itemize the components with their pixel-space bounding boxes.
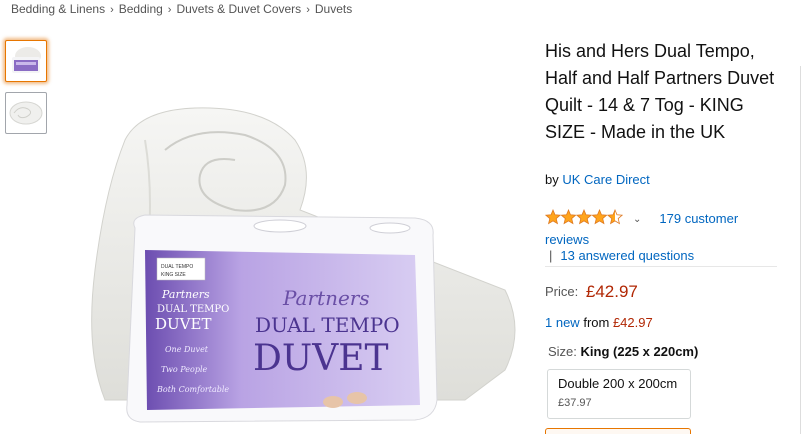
package-front-dual-tempo: DUAL TEMPO (255, 313, 400, 337)
size-option-double[interactable]: Double 200 x 200cm £37.97 (547, 369, 691, 419)
breadcrumb-separator: › (110, 4, 114, 16)
answered-questions-row: | 13 answered questions (549, 248, 694, 263)
package-front-duvet: DUVET (253, 338, 389, 379)
byline: by UK Care Direct (545, 172, 650, 187)
new-from-label: from (583, 315, 610, 330)
price-value: £42.97 (585, 282, 638, 301)
star-rating-icon (544, 209, 624, 225)
star-icon (560, 209, 577, 225)
package-script-1: One Duvet (165, 345, 209, 354)
thumbnail-duvet-package[interactable] (5, 40, 47, 82)
brand-link[interactable]: UK Care Direct (562, 172, 649, 187)
duvet-product-illustration: DUAL TEMPO KING SIZE Partners DUAL TEMPO… (91, 107, 516, 423)
breadcrumb-duvets-covers[interactable]: Duvets & Duvet Covers (176, 2, 301, 16)
product-title: His and Hers Dual Tempo, Half and Half P… (545, 41, 775, 142)
package-script-2: Two People (161, 365, 208, 374)
breadcrumb-separator: › (306, 4, 310, 16)
main-product-image[interactable]: DUAL TEMPO KING SIZE Partners DUAL TEMPO… (85, 100, 525, 430)
size-option-price: £37.97 (558, 397, 592, 409)
breadcrumb-bedding[interactable]: Bedding (119, 2, 163, 16)
package-side-dual-tempo: DUAL TEMPO (157, 304, 229, 315)
page-edge-divider (800, 66, 801, 434)
star-rating[interactable] (544, 209, 625, 230)
new-offers-link[interactable]: 1 new (545, 315, 580, 330)
size-option-label: Double 200 x 200cm (558, 376, 678, 391)
breadcrumb-bedding-linens[interactable]: Bedding & Linens (11, 2, 105, 16)
package-front-partners: Partners (282, 286, 370, 310)
duvet-package-thumbnail-image (12, 47, 41, 73)
size-selected: King (225 x 220cm) (580, 344, 699, 359)
breadcrumb: Bedding & Linens › Bedding › Duvets & Duvet … (11, 2, 352, 16)
breadcrumb-duvets[interactable]: Duvets (315, 2, 352, 16)
rolled-duvet-thumbnail-image (9, 101, 43, 125)
answered-questions-link[interactable]: 13 answered questions (560, 248, 694, 263)
star-icon (544, 209, 562, 225)
new-from-price: £42.97 (612, 315, 653, 330)
star-icon (606, 209, 624, 225)
by-label: by (545, 172, 559, 187)
chevron-down-icon[interactable]: ⌄ (633, 210, 641, 229)
rating-row: ⌄ 179 customer reviews (544, 209, 775, 249)
size-label: Size: (548, 344, 577, 359)
pipe-separator: | (549, 248, 553, 263)
thumbnail-rolled-duvet[interactable] (5, 92, 47, 134)
package-label-line-2: KING SIZE (161, 272, 186, 278)
price-row: Price: £42.97 (545, 282, 638, 302)
price-label: Price: (545, 284, 579, 299)
package-label-line-1: DUAL TEMPO (161, 264, 193, 270)
package-side-duvet: DUVET (155, 315, 211, 333)
new-offers-row: 1 new from £42.97 (545, 315, 653, 330)
breadcrumb-separator: › (167, 4, 172, 16)
size-option-king-selected[interactable] (545, 428, 691, 434)
star-icon (575, 209, 593, 225)
size-row: Size: King (225 x 220cm) (548, 344, 698, 359)
section-divider (545, 266, 777, 267)
package-script-3: Both Comfortable (156, 385, 229, 394)
package-side-partners: Partners (161, 288, 210, 301)
star-icon (591, 209, 608, 225)
